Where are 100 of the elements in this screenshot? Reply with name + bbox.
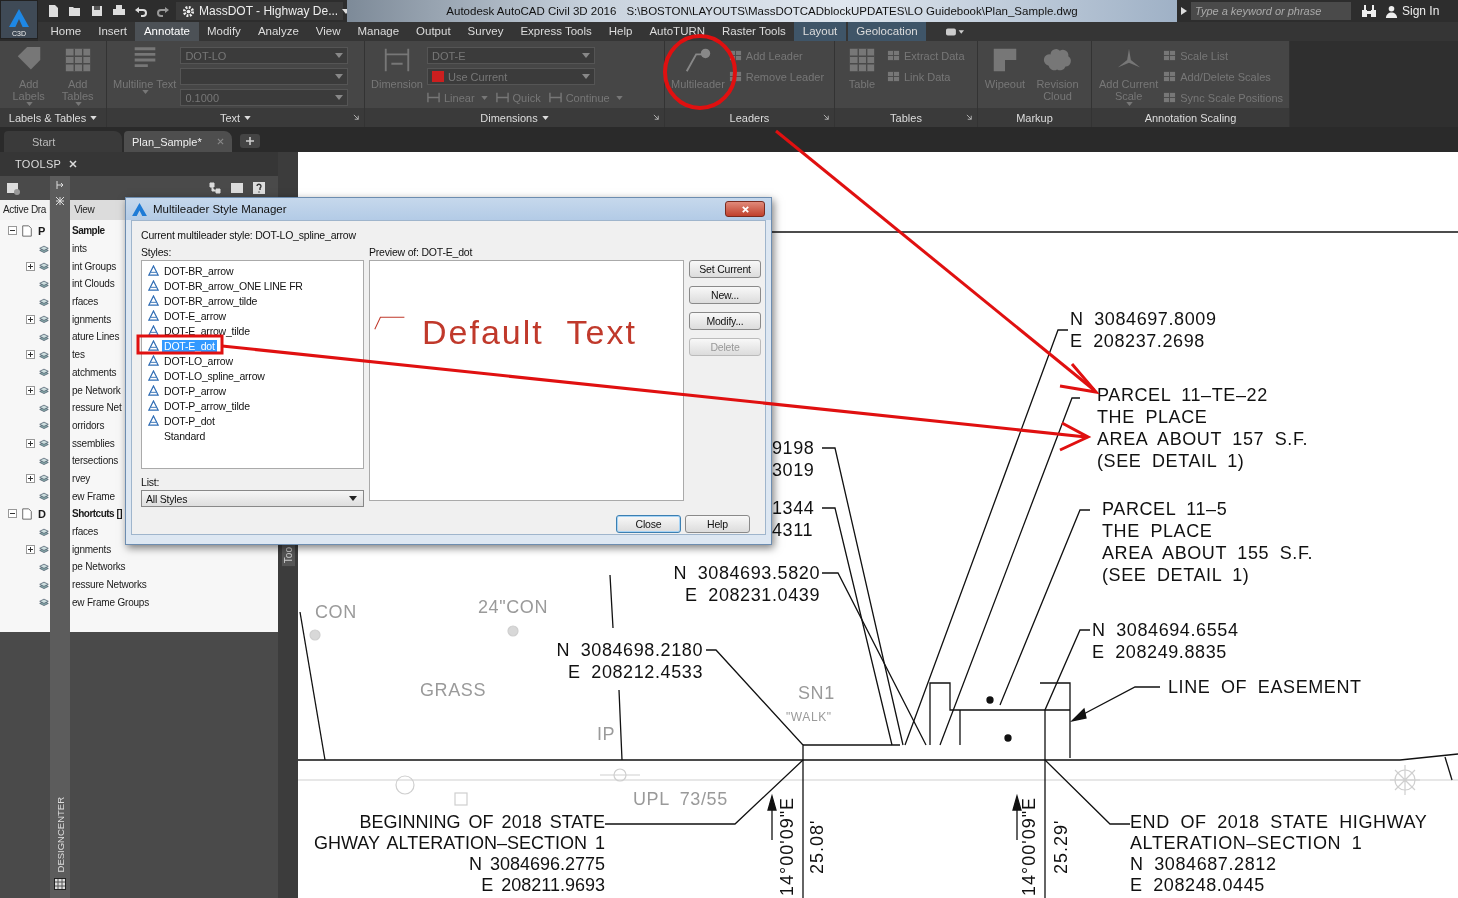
- expand-icon[interactable]: [26, 473, 35, 483]
- tree-item[interactable]: pe Networks: [72, 561, 126, 573]
- palette-tab[interactable]: View: [71, 200, 98, 220]
- style-item[interactable]: DOT-BR_arrow_ONE LINE FR: [142, 278, 363, 293]
- layer-icon: [39, 561, 49, 572]
- tree-item[interactable]: ature Lines: [72, 331, 120, 343]
- ribbon-tab[interactable]: Layout: [794, 22, 846, 41]
- collapse-icon[interactable]: [8, 226, 17, 236]
- tree-item[interactable]: ints: [72, 243, 87, 255]
- properties-icon[interactable]: [55, 196, 65, 206]
- ribbon-tab[interactable]: Analyze: [249, 22, 308, 41]
- file-tab[interactable]: Plan_Sample*: [124, 131, 232, 152]
- tree-item[interactable]: int Groups: [72, 260, 117, 272]
- ribbon-tab[interactable]: Survey: [459, 22, 512, 41]
- tree-item[interactable]: ressure Net: [72, 402, 122, 414]
- tree-item[interactable]: ew Frame Groups: [72, 596, 150, 608]
- dialog-button[interactable]: Modify...: [689, 312, 761, 330]
- open-folder-icon[interactable]: [68, 4, 82, 18]
- tree-item[interactable]: atchments: [72, 366, 117, 378]
- print-icon[interactable]: [112, 4, 126, 18]
- expand-icon[interactable]: [26, 385, 35, 395]
- tree-item[interactable]: rfaces: [72, 296, 99, 308]
- ribbon-tab[interactable]: Manage: [349, 22, 408, 41]
- tree-item[interactable]: ignments: [72, 313, 111, 325]
- panel-title[interactable]: Dimensions: [480, 111, 549, 124]
- triangle-logo-icon: [8, 8, 30, 28]
- ribbon-tab[interactable]: Home: [42, 22, 90, 41]
- launcher-arrow-icon[interactable]: [823, 114, 830, 121]
- close-button[interactable]: [725, 201, 765, 217]
- style-item[interactable]: DOT-E_arrow: [142, 308, 363, 323]
- style-item[interactable]: DOT-BR_arrow: [142, 263, 363, 278]
- tree-item[interactable]: ssemblies: [72, 437, 115, 449]
- tree-item[interactable]: P: [38, 224, 46, 237]
- tree-item[interactable]: tersections: [72, 455, 119, 467]
- palette-tab[interactable]: Active Dra: [0, 200, 50, 220]
- expand-icon[interactable]: [26, 544, 35, 554]
- tree-item[interactable]: rvey: [72, 472, 91, 484]
- caret-icon: [142, 90, 150, 94]
- redo-icon[interactable]: [156, 4, 170, 18]
- annotation-text: END OF 2018 STATE HIGHWAY ALTERATION–SECTION 1 N 3084687.2812 E 208248.0445: [1130, 812, 1428, 896]
- tree-item[interactable]: int Clouds: [72, 278, 115, 290]
- sign-in-button[interactable]: Sign In: [1385, 4, 1440, 18]
- style-item[interactable]: DOT-P_arrow_tilde: [142, 398, 363, 413]
- tree-item[interactable]: tes: [72, 349, 85, 361]
- binoculars-icon[interactable]: [1361, 4, 1377, 18]
- window-icon[interactable]: [230, 181, 244, 195]
- new-file-icon[interactable]: [46, 4, 60, 18]
- caret-icon: [335, 74, 344, 79]
- expand-icon[interactable]: [26, 350, 35, 360]
- file-tab[interactable]: Start: [4, 131, 122, 152]
- collapse-icon[interactable]: [8, 509, 17, 519]
- expand-icon[interactable]: [26, 314, 35, 324]
- ribbon-tab[interactable]: Help: [600, 22, 641, 41]
- save-icon[interactable]: [90, 4, 104, 18]
- ribbon-tab[interactable]: Express Tools: [511, 22, 601, 41]
- annotation-text: 1344 4311: [772, 497, 815, 541]
- tree-item[interactable]: ew Frame: [72, 490, 115, 502]
- ribbon-tab[interactable]: Raster Tools: [713, 22, 795, 41]
- ribbon-tab[interactable]: Insert: [89, 22, 136, 41]
- drawing-icon[interactable]: [6, 181, 20, 195]
- palette-side-tab[interactable]: Too: [281, 544, 295, 567]
- tree-item[interactable]: rfaces: [72, 526, 99, 538]
- ribbon-tab[interactable]: Output: [407, 22, 460, 41]
- tree-item[interactable]: orridors: [72, 419, 105, 431]
- hierarchy-icon[interactable]: [208, 181, 222, 195]
- launcher-arrow-icon[interactable]: [653, 114, 660, 121]
- ribbon-tab[interactable]: Modify: [198, 22, 250, 41]
- dialog-button[interactable]: Close: [616, 515, 681, 533]
- ribbon-tab[interactable]: Annotate: [135, 22, 199, 41]
- search-field[interactable]: Type a keyword or phrase: [1191, 2, 1351, 20]
- panel-title[interactable]: Labels & Tables: [8, 111, 98, 124]
- list-dropdown[interactable]: All Styles: [141, 490, 364, 507]
- dialog-button[interactable]: New...: [689, 286, 761, 304]
- tree-item[interactable]: ressure Networks: [72, 579, 147, 591]
- grid-icon[interactable]: [54, 878, 66, 890]
- style-item[interactable]: DOT-LO_spline_arrow: [142, 368, 363, 383]
- expand-icon[interactable]: [26, 261, 35, 271]
- ribbon-tab[interactable]: Geolocation: [847, 22, 927, 41]
- add-tab-icon[interactable]: [240, 134, 260, 148]
- style-item[interactable]: DOT-LO_arrow: [142, 353, 363, 368]
- dialog-button[interactable]: Help: [685, 515, 750, 533]
- ribbon-tab[interactable]: AutoTURN: [640, 22, 714, 41]
- launcher-arrow-icon[interactable]: [966, 114, 973, 121]
- launcher-arrow-icon[interactable]: [353, 114, 360, 121]
- expand-icon[interactable]: [26, 438, 35, 448]
- ribbon-tab[interactable]: View: [307, 22, 349, 41]
- tree-item[interactable]: ignments: [72, 543, 111, 555]
- tree-item[interactable]: pe Network: [72, 384, 121, 396]
- style-item[interactable]: DOT-BR_arrow_tilde: [142, 293, 363, 308]
- style-item[interactable]: Standard: [142, 428, 363, 443]
- auto-hide-icon[interactable]: [55, 180, 65, 190]
- expand-arrow-icon[interactable]: [1181, 7, 1187, 15]
- panel-toggle-icon[interactable]: [946, 26, 965, 37]
- undo-icon[interactable]: [134, 4, 148, 18]
- dialog-button[interactable]: Set Current: [689, 260, 761, 278]
- help-icon[interactable]: [252, 181, 266, 195]
- tree-item[interactable]: D: [38, 507, 46, 520]
- style-item[interactable]: DOT-P_arrow: [142, 383, 363, 398]
- panel-title[interactable]: Text: [219, 111, 252, 124]
- style-item[interactable]: DOT-P_dot: [142, 413, 363, 428]
